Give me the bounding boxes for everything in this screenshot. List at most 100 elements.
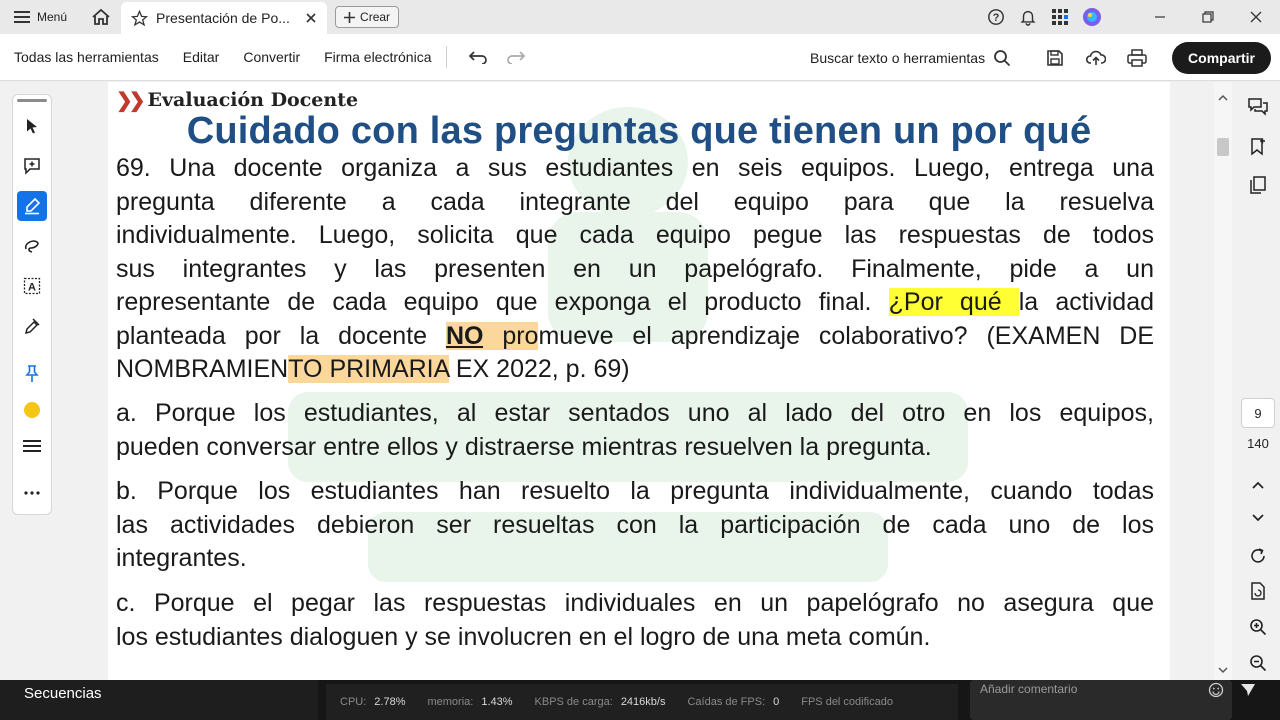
orange-highlight[interactable]: pro [483,321,539,350]
menu-button[interactable]: Menú [0,0,81,34]
cursor-arrow-icon [27,119,37,134]
stream-stats: CPU: 2.78% memoria: 1.43% KBPS de carga:… [326,684,958,720]
brand-chevron-icon: ❯❯ [116,88,145,112]
close-tab-icon[interactable] [305,12,317,24]
quick-tools-panel: A [12,94,52,515]
question-text: mueve el aprendizaje colaborativo? (EXAM… [538,321,1154,350]
cloud-upload-icon [1086,50,1106,65]
question-text: EX 2022, p. 69) [448,355,630,383]
question-text: la actividad [1018,288,1154,316]
memory-value: 1.43% [481,696,513,708]
help-button[interactable]: ? [980,0,1012,34]
redo-button[interactable] [497,42,535,72]
yellow-highlight[interactable]: ¿Por qué [888,288,1019,316]
pen-sign-icon [24,318,40,335]
question-line: planteada por la docente NO promueve el … [116,320,1154,354]
home-icon [92,8,110,25]
search-tools-label: Buscar texto o herramientas [810,49,986,66]
avatar[interactable] [1076,0,1108,34]
tab-document[interactable]: Presentación de Po... [121,2,328,34]
upload-kbps-value: 2416kb/s [620,696,666,708]
comments-panel-button[interactable] [1240,92,1276,122]
pin-icon [25,365,39,382]
scenes-panel-title: Secuencias [0,680,318,720]
menu-convert[interactable]: Convertir [243,49,300,65]
color-picker[interactable] [17,395,47,425]
question-text: planteada por la docente [116,321,446,350]
option-line: b. Porque los estudiantes han resuelto l… [116,477,1154,505]
question-line: NOMBRAMIENTO PRIMARIA EX 2022, p. 69) [116,353,1154,387]
current-page-input[interactable]: 9 [1241,398,1275,428]
document-page[interactable]: ❯❯ Evaluación Docente Cuidado con las pr… [108,82,1170,680]
select-tool[interactable] [17,111,47,141]
fill-sign-tool[interactable] [17,311,47,341]
acrobat-window: Menú Presentación de Po... Crear ? Todas… [0,0,1280,720]
print-button[interactable] [1121,42,1153,74]
option-b: b. Porque los estudiantes han resuelto l… [116,475,1154,576]
menu-edit[interactable]: Editar [183,49,220,65]
search-tools[interactable]: Buscar texto o herramientas [810,34,1011,81]
zoom-out-icon [1250,655,1267,672]
comments-icon [1248,98,1268,116]
bookmark-icon [1251,138,1265,156]
draw-tool[interactable] [17,231,47,261]
upload-kbps-label: KBPS de carga: [534,696,613,708]
svg-text:?: ? [993,12,1000,24]
notifications-button[interactable] [1012,0,1044,34]
scroll-down-icon[interactable] [1218,666,1228,674]
fps-drops-label: Caídas de FPS: [687,696,766,708]
freehand-draw-icon [24,240,39,253]
option-line: c. Porque el pegar las respuestas indivi… [116,589,1154,617]
cpu-label: CPU: [340,696,367,708]
add-comment-tool[interactable] [17,151,47,181]
zoom-out-button[interactable] [1240,648,1276,678]
question-text: representante de cada equipo que exponga… [116,288,889,316]
highlight-tool[interactable] [17,191,47,221]
scroll-up-icon[interactable] [1218,94,1228,102]
upload-button[interactable] [1080,42,1112,74]
share-button[interactable]: Compartir [1172,42,1271,74]
option-a: a. Porque los estudiantes, al estar sent… [116,397,1154,464]
more-tools-button[interactable] [17,478,47,508]
apps-button[interactable] [1044,0,1076,34]
avatar-icon [1083,8,1101,26]
text-box-tool[interactable]: A [17,271,47,301]
drag-handle[interactable] [17,99,47,102]
question-line: sus integrantes y las presenten en un pa… [116,254,1154,283]
close-window-button[interactable] [1232,0,1280,34]
workspace: A ❯❯ Evaluación Docente Cuidado con las … [0,82,1280,680]
pages-panel-button[interactable] [1240,170,1276,200]
emoji-icon[interactable] [1208,682,1224,698]
pin-tool[interactable] [17,359,47,389]
color-swatch-icon [24,402,40,418]
orange-highlight[interactable]: TO PRIMARIA [288,355,449,383]
send-icon[interactable] [1240,682,1256,698]
option-line: las actividades debieron ser resueltas c… [116,510,1154,539]
apps-grid-icon [1052,9,1068,25]
menu-e-signature[interactable]: Firma electrónica [324,49,431,65]
previous-page-button[interactable] [1240,470,1276,500]
rotate-button[interactable] [1240,541,1276,571]
create-tab-button[interactable]: Crear [335,6,400,28]
scrollbar-thumb[interactable] [1217,138,1229,156]
hamburger-icon [14,11,30,23]
next-page-button[interactable] [1240,503,1276,533]
save-button[interactable] [1039,42,1071,74]
minimize-button[interactable] [1136,0,1184,34]
home-button[interactable] [81,0,121,34]
bookmarks-panel-button[interactable] [1240,132,1276,162]
zoom-in-button[interactable] [1240,612,1276,642]
comment-input[interactable]: Añadir comentario [970,680,1232,720]
create-label: Crear [360,10,391,24]
option-line: integrantes. [116,544,247,572]
menu-all-tools[interactable]: Todas las herramientas [14,49,159,65]
vertical-scrollbar[interactable] [1214,82,1232,680]
page-tools-button[interactable] [1240,576,1276,606]
line-weight-tool[interactable] [17,431,47,461]
undo-button[interactable] [459,42,497,72]
question-line: representante de cada equipo que exponga… [116,286,1154,320]
restore-button[interactable] [1184,0,1232,34]
option-c: c. Porque el pegar las respuestas indivi… [116,587,1154,654]
no-emphasis-highlight[interactable]: NO [445,321,484,350]
star-icon[interactable] [131,9,149,27]
